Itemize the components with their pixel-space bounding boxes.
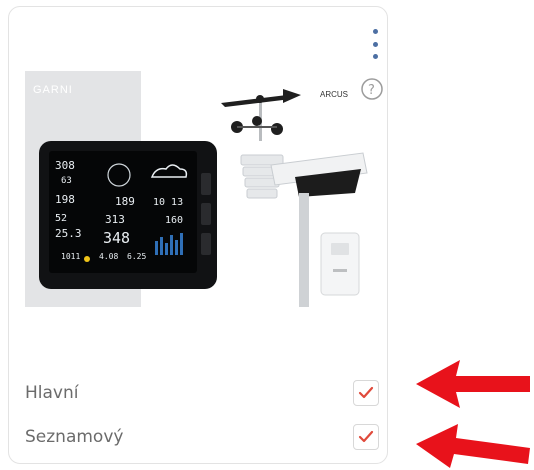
reading: 25.3 <box>55 227 82 240</box>
reading: 160 <box>165 215 183 226</box>
option-row-hlavni: Hlavní <box>25 379 379 407</box>
svg-text:?: ? <box>368 83 375 98</box>
menu-dot <box>372 41 378 47</box>
kebab-menu-icon[interactable] <box>366 29 384 59</box>
seznamovy-checkbox[interactable] <box>353 424 379 450</box>
reading: 4.08 <box>99 252 118 261</box>
reading: 1011 <box>61 252 80 261</box>
annotation-arrow-left-icon <box>416 360 530 408</box>
annotation-arrow-left-icon <box>416 424 530 468</box>
reading: 198 <box>55 193 75 206</box>
menu-dot <box>372 54 378 59</box>
stage: GARNI ARCUS ? 308 63 198 52 25.3 189 10 … <box>0 0 534 470</box>
reading: 313 <box>105 213 125 226</box>
brand-right-text: ARCUS <box>320 90 348 99</box>
weather-console: 308 63 198 52 25.3 189 10 13 313 160 348… <box>39 141 217 289</box>
option-label: Seznamový <box>25 427 124 447</box>
question-circle-icon[interactable]: ? <box>361 78 383 100</box>
brand-left-text: GARNI <box>33 84 73 96</box>
reading: 10 13 <box>153 197 183 208</box>
check-icon <box>358 430 374 443</box>
reading: 6.25 <box>127 252 146 261</box>
option-label: Hlavní <box>25 383 79 403</box>
product-card: GARNI ARCUS ? 308 63 198 52 25.3 189 10 … <box>8 6 388 464</box>
outdoor-sensor <box>221 89 368 307</box>
reading: 189 <box>115 195 135 208</box>
option-row-seznamovy: Seznamový <box>25 423 379 451</box>
reading: 63 <box>61 176 72 186</box>
reading: 348 <box>103 229 130 247</box>
reading: 52 <box>55 213 67 224</box>
reading: 308 <box>55 159 75 172</box>
menu-dot <box>372 29 378 34</box>
hlavni-checkbox[interactable] <box>353 380 379 406</box>
check-icon <box>358 386 374 399</box>
product-image: GARNI ARCUS ? 308 63 198 52 25.3 189 10 … <box>25 71 383 307</box>
